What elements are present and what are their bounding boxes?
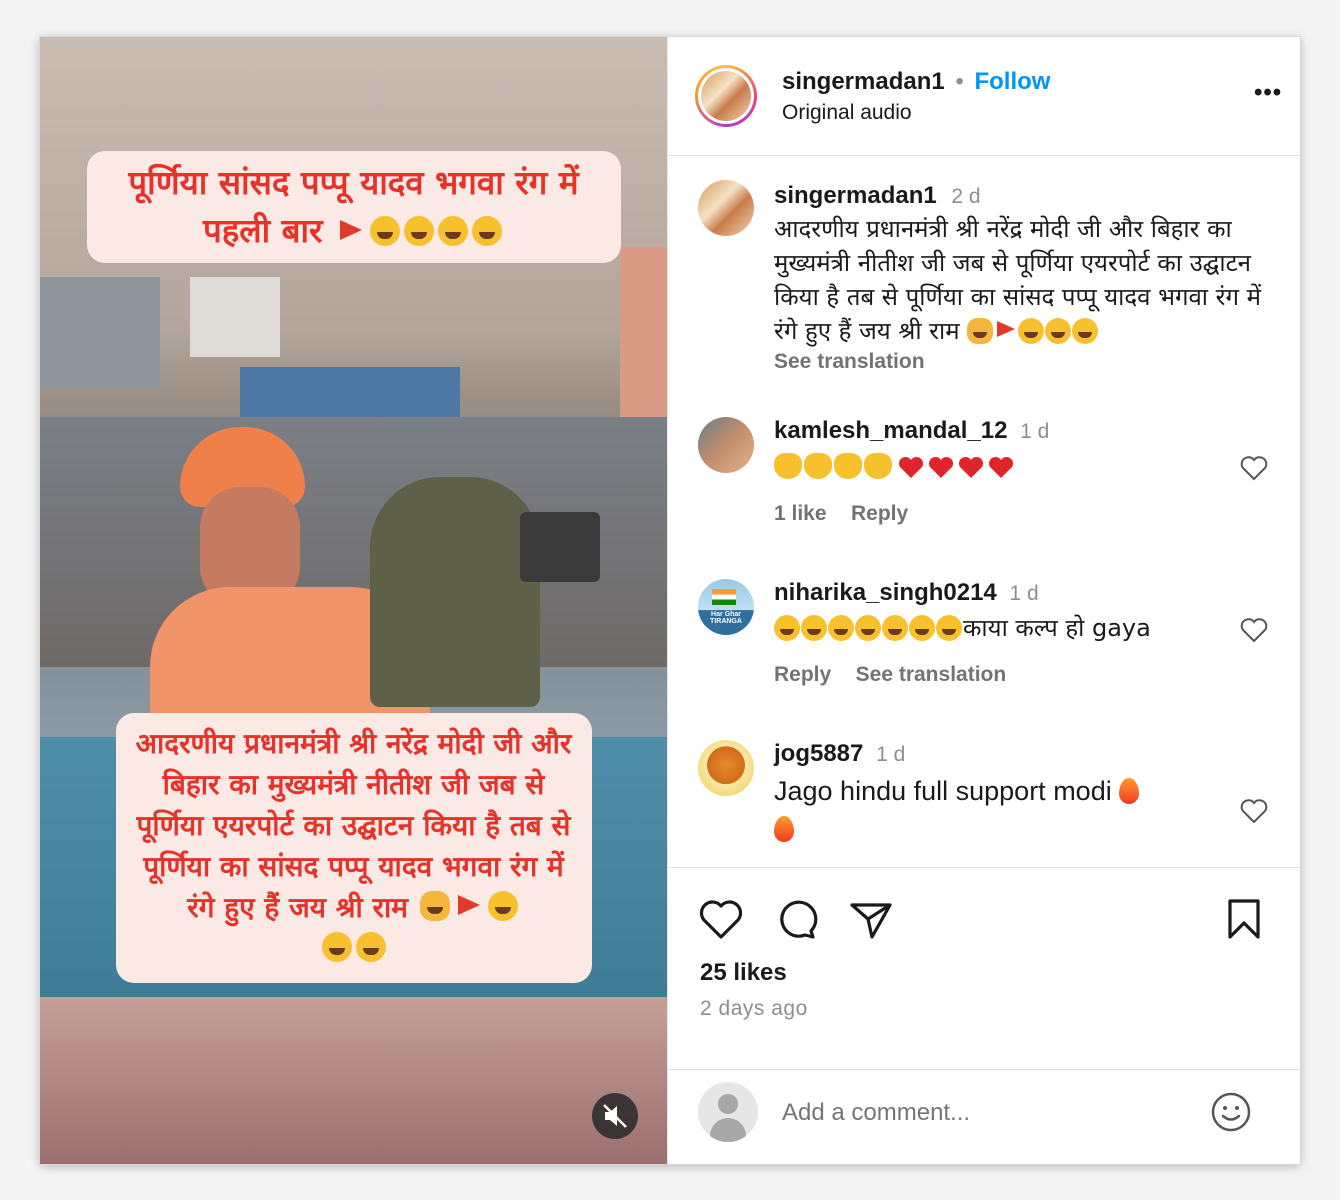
tears-of-joy-icon bbox=[936, 615, 962, 641]
clapping-hands-icon bbox=[834, 453, 862, 479]
separator-dot: • bbox=[955, 68, 964, 95]
red-heart-icon bbox=[929, 456, 954, 478]
laughing-emoji-icon bbox=[370, 216, 401, 246]
original-audio-link[interactable]: Original audio bbox=[782, 101, 912, 125]
crowd-foreground bbox=[40, 997, 667, 1164]
caption-top: पूर्णिया सांसद पप्पू यादव भगवा रंग में प… bbox=[86, 151, 621, 263]
comment-input[interactable] bbox=[780, 1094, 1184, 1132]
folded-hands-icon bbox=[967, 318, 994, 344]
tears-of-joy-icon bbox=[909, 615, 935, 641]
comment-username[interactable]: kamlesh_mandal_12 bbox=[774, 417, 1007, 444]
red-flag-icon bbox=[340, 220, 363, 240]
comment-text: Jago hindu full support modi bbox=[774, 772, 1214, 848]
laughing-emoji-icon bbox=[321, 932, 352, 962]
like-comment-heart-icon[interactable] bbox=[1239, 796, 1269, 826]
clapping-hands-icon bbox=[804, 453, 832, 479]
tears-of-joy-icon bbox=[855, 615, 881, 641]
laughing-emoji-icon bbox=[487, 891, 518, 921]
user-avatar-placeholder-icon bbox=[698, 1082, 758, 1142]
like-comment-heart-icon[interactable] bbox=[1239, 453, 1269, 483]
comment-text: काया कल्प हो gaya bbox=[774, 611, 1234, 645]
comment-bubble-icon[interactable] bbox=[773, 897, 819, 941]
post-text: आदरणीय प्रधानमंत्री श्री नरेंद्र मोदी जी… bbox=[774, 212, 1274, 348]
comment-text bbox=[774, 453, 1224, 480]
tears-of-joy-icon bbox=[801, 615, 827, 641]
post-header: singermadan1 • Follow Original audio ••• bbox=[668, 37, 1300, 156]
mute-button[interactable] bbox=[592, 1093, 638, 1139]
save-bookmark-icon[interactable] bbox=[1224, 897, 1264, 941]
comment-item: niharika_singh0214 1 d काया कल्प हो gaya… bbox=[774, 579, 1234, 687]
comment-item: jog5887 1 d Jago hindu full support modi bbox=[774, 740, 1214, 848]
emoji-picker-icon[interactable] bbox=[1209, 1090, 1253, 1134]
reply-button[interactable]: Reply bbox=[774, 663, 831, 686]
loudspeaker bbox=[520, 512, 600, 582]
guard-person bbox=[370, 477, 540, 707]
tricolor-flag-icon bbox=[712, 589, 736, 605]
laughing-emoji-icon bbox=[472, 216, 503, 246]
laughing-emoji-icon bbox=[438, 216, 469, 246]
author-avatar[interactable] bbox=[695, 65, 757, 127]
comment-actions: Reply See translation bbox=[774, 663, 1234, 687]
post-modal: पूर्णिया सांसद पप्पू यादव भगवा रंग में प… bbox=[40, 37, 1300, 1164]
reply-button[interactable]: Reply bbox=[851, 502, 908, 525]
header-username[interactable]: singermadan1 bbox=[782, 68, 945, 95]
laughing-emoji-icon bbox=[1072, 318, 1099, 344]
caption-bottom: आदरणीय प्रधानमंत्री श्री नरेंद्र मोदी जी… bbox=[115, 713, 592, 983]
follow-button[interactable]: Follow bbox=[974, 68, 1050, 95]
post-author-avatar[interactable] bbox=[698, 180, 754, 236]
red-heart-icon bbox=[989, 456, 1014, 478]
comment-avatar[interactable] bbox=[698, 417, 754, 473]
comment-text-body: काया कल्प हो gaya bbox=[963, 614, 1151, 642]
likes-count[interactable]: 25 likes bbox=[700, 959, 787, 987]
comment-text-body: Jago hindu full support modi bbox=[774, 776, 1112, 806]
post-details-panel: singermadan1 • Follow Original audio •••… bbox=[667, 37, 1300, 1164]
tears-of-joy-icon bbox=[828, 615, 854, 641]
comment-username[interactable]: niharika_singh0214 bbox=[774, 579, 997, 606]
comment-avatar[interactable]: Har Ghar TIRANGA bbox=[698, 579, 754, 635]
add-comment-bar bbox=[668, 1069, 1300, 1164]
post-time[interactable]: 2 d bbox=[951, 185, 980, 208]
shop-sign bbox=[190, 277, 280, 357]
tears-of-joy-icon bbox=[774, 615, 800, 641]
red-flag-icon bbox=[457, 895, 480, 915]
comment-time: 1 d bbox=[1009, 582, 1039, 605]
see-translation-button[interactable]: See translation bbox=[774, 350, 1274, 374]
like-comment-heart-icon[interactable] bbox=[1239, 615, 1269, 645]
shop-sign bbox=[40, 277, 160, 387]
laughing-emoji-icon bbox=[404, 216, 435, 246]
laughing-emoji-icon bbox=[355, 932, 386, 962]
muted-speaker-icon bbox=[603, 1104, 627, 1128]
red-heart-icon bbox=[899, 456, 924, 478]
avatar-badge-text: Har Ghar TIRANGA bbox=[710, 611, 742, 625]
tears-of-joy-icon bbox=[882, 615, 908, 641]
post-caption: singermadan1 2 d आदरणीय प्रधानमंत्री श्र… bbox=[774, 182, 1274, 374]
actions-divider bbox=[668, 867, 1300, 869]
comment-username[interactable]: jog5887 bbox=[774, 740, 863, 767]
author-avatar-image bbox=[701, 71, 751, 121]
comment-actions: 1 like Reply bbox=[774, 502, 1224, 526]
comment-avatar[interactable] bbox=[698, 740, 754, 796]
comment-likes[interactable]: 1 like bbox=[774, 502, 827, 525]
folded-hands-icon bbox=[419, 891, 450, 921]
fire-icon bbox=[1119, 778, 1140, 804]
clapping-hands-icon bbox=[864, 453, 892, 479]
post-text-body: आदरणीय प्रधानमंत्री श्री नरेंद्र मोदी जी… bbox=[774, 215, 1261, 345]
like-heart-icon[interactable] bbox=[698, 897, 744, 941]
share-paper-plane-icon[interactable] bbox=[848, 897, 894, 941]
comment-time: 1 d bbox=[876, 743, 906, 766]
clapping-hands-icon bbox=[774, 453, 802, 479]
see-translation-button[interactable]: See translation bbox=[856, 663, 1007, 686]
post-date: 2 days ago bbox=[700, 997, 808, 1020]
laughing-emoji-icon bbox=[1045, 318, 1072, 344]
red-heart-icon bbox=[959, 456, 984, 478]
laughing-emoji-icon bbox=[1018, 318, 1045, 344]
header-title-row: singermadan1 • Follow bbox=[782, 68, 1050, 96]
comment-time: 1 d bbox=[1020, 420, 1050, 443]
video-player[interactable]: पूर्णिया सांसद पप्पू यादव भगवा रंग में प… bbox=[40, 37, 667, 1164]
red-flag-icon bbox=[997, 321, 1016, 337]
more-options-icon[interactable]: ••• bbox=[1254, 79, 1282, 107]
comment-item: kamlesh_mandal_12 1 d 1 like Reply bbox=[774, 417, 1224, 526]
post-username[interactable]: singermadan1 bbox=[774, 182, 937, 209]
fire-icon bbox=[774, 816, 794, 842]
